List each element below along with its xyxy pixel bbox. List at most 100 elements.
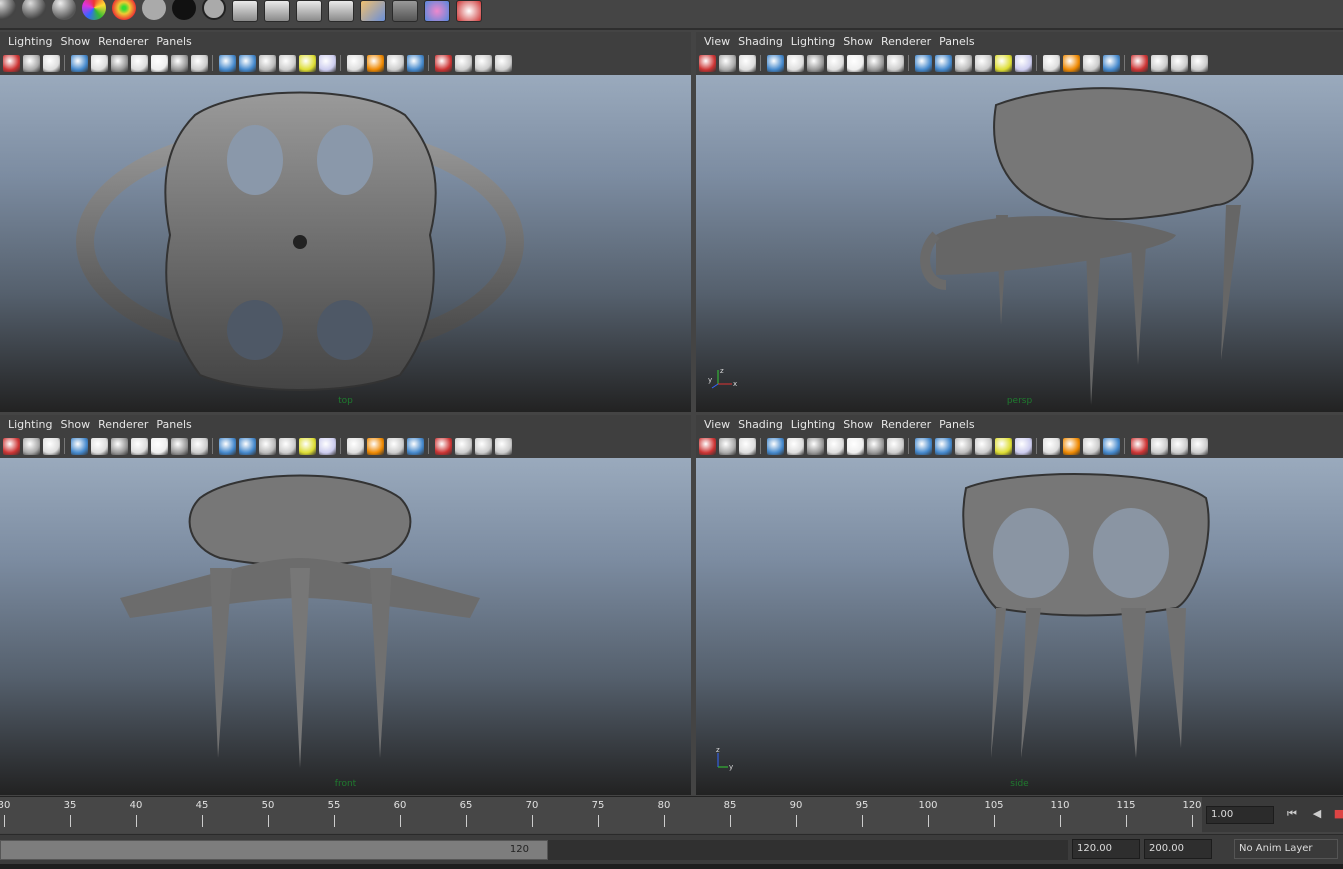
toolbar-icon[interactable] xyxy=(887,437,904,455)
toolbar-icon[interactable] xyxy=(955,437,972,455)
toolbar-icon[interactable] xyxy=(299,54,316,72)
toolbar-icon[interactable] xyxy=(219,54,236,72)
toolbar-icon[interactable] xyxy=(367,437,384,455)
toolbar-icon[interactable] xyxy=(111,437,128,455)
clapper-icon[interactable] xyxy=(296,0,322,22)
play-button[interactable]: ■ xyxy=(1330,807,1343,823)
toolbar-icon[interactable] xyxy=(1151,437,1168,455)
toolbar-icon[interactable] xyxy=(975,54,992,72)
toolbar-icon[interactable] xyxy=(495,54,512,72)
toolbar-icon[interactable] xyxy=(475,437,492,455)
toolbar-icon[interactable] xyxy=(191,437,208,455)
toolbar-icon[interactable] xyxy=(767,437,784,455)
toolbar-icon[interactable] xyxy=(1103,54,1120,72)
sphere-icon[interactable] xyxy=(52,0,76,20)
palette-icon[interactable] xyxy=(424,0,450,22)
viewport-side[interactable]: z y side xyxy=(696,458,1343,795)
toolbar-icon[interactable] xyxy=(1083,54,1100,72)
current-frame-field[interactable]: 1.00 xyxy=(1206,806,1274,824)
toolbar-icon[interactable] xyxy=(807,437,824,455)
toolbar-icon[interactable] xyxy=(1171,54,1188,72)
toolbar-icon[interactable] xyxy=(739,437,756,455)
toolbar-icon[interactable] xyxy=(1043,54,1060,72)
grey-sphere-icon[interactable] xyxy=(142,0,166,20)
toolbar-icon[interactable] xyxy=(867,437,884,455)
step-back-button[interactable]: ◀ xyxy=(1308,807,1326,823)
toolbar-icon[interactable] xyxy=(867,54,884,72)
toolbar-icon[interactable] xyxy=(219,437,236,455)
toolbar-icon[interactable] xyxy=(955,54,972,72)
toolbar-icon[interactable] xyxy=(407,54,424,72)
magnet-icon[interactable] xyxy=(456,0,482,22)
render-icon[interactable] xyxy=(360,0,386,22)
toolbar-icon[interactable] xyxy=(191,54,208,72)
toolbar-icon[interactable] xyxy=(455,54,472,72)
toolbar-icon[interactable] xyxy=(1191,437,1208,455)
toolbar-icon[interactable] xyxy=(475,54,492,72)
toolbar-icon[interactable] xyxy=(23,437,40,455)
toolbar-icon[interactable] xyxy=(259,54,276,72)
toolbar-icon[interactable] xyxy=(1131,437,1148,455)
menu-renderer[interactable]: Renderer xyxy=(877,415,935,434)
toolbar-icon[interactable] xyxy=(367,54,384,72)
menu-panels[interactable]: Panels xyxy=(152,32,195,51)
toolbar-icon[interactable] xyxy=(151,437,168,455)
toolbar-icon[interactable] xyxy=(1151,54,1168,72)
range-track[interactable]: 120 xyxy=(0,840,1068,860)
sphere-icon[interactable] xyxy=(0,0,16,20)
toolbar-icon[interactable] xyxy=(279,437,296,455)
toolbar-icon[interactable] xyxy=(1083,437,1100,455)
clapper-icon[interactable] xyxy=(264,0,290,22)
toolbar-icon[interactable] xyxy=(787,437,804,455)
range-start-field[interactable]: 120.00 xyxy=(1072,839,1140,859)
toolbar-icon[interactable] xyxy=(719,437,736,455)
toolbar-icon[interactable] xyxy=(259,437,276,455)
menu-lighting[interactable]: Lighting xyxy=(787,32,839,51)
menu-view[interactable]: View xyxy=(700,32,734,51)
toolbar-icon[interactable] xyxy=(91,54,108,72)
menu-panels[interactable]: Panels xyxy=(152,415,195,434)
menu-lighting[interactable]: Lighting xyxy=(4,32,56,51)
toolbar-icon[interactable] xyxy=(1103,437,1120,455)
range-handle[interactable]: 120 xyxy=(0,840,548,860)
toolbar-icon[interactable] xyxy=(847,437,864,455)
toolbar-icon[interactable] xyxy=(71,437,88,455)
toolbar-icon[interactable] xyxy=(699,437,716,455)
toolbar-icon[interactable] xyxy=(43,437,60,455)
toolbar-icon[interactable] xyxy=(299,437,316,455)
menu-renderer[interactable]: Renderer xyxy=(94,415,152,434)
toolbar-icon[interactable] xyxy=(407,437,424,455)
toolbar-icon[interactable] xyxy=(995,54,1012,72)
toolbar-icon[interactable] xyxy=(935,54,952,72)
black-sphere-icon[interactable] xyxy=(172,0,196,20)
go-to-start-button[interactable]: ⏮ xyxy=(1283,807,1301,823)
timeline-ruler[interactable]: 30 35 40 45 50 55 60 65 70 75 80 85 90 95 100 105 110 115… xyxy=(0,797,1202,833)
clapper-icon[interactable] xyxy=(232,0,258,22)
toolbar-icon[interactable] xyxy=(71,54,88,72)
toolbar-icon[interactable] xyxy=(23,54,40,72)
toolbar-icon[interactable] xyxy=(455,437,472,455)
toolbar-icon[interactable] xyxy=(1171,437,1188,455)
toolbar-icon[interactable] xyxy=(319,437,336,455)
toolbar-icon[interactable] xyxy=(435,437,452,455)
toolbar-icon[interactable] xyxy=(847,54,864,72)
menu-lighting[interactable]: Lighting xyxy=(787,415,839,434)
toolbar-icon[interactable] xyxy=(1191,54,1208,72)
toolbar-icon[interactable] xyxy=(1131,54,1148,72)
toolbar-icon[interactable] xyxy=(131,437,148,455)
menu-show[interactable]: Show xyxy=(56,415,94,434)
menu-shading[interactable]: Shading xyxy=(734,32,787,51)
toolbar-icon[interactable] xyxy=(1015,437,1032,455)
viewport-persp[interactable]: y z x persp xyxy=(696,75,1343,412)
toolbar-icon[interactable] xyxy=(915,54,932,72)
toolbar-icon[interactable] xyxy=(995,437,1012,455)
menu-show[interactable]: Show xyxy=(839,415,877,434)
toolbar-icon[interactable] xyxy=(827,54,844,72)
toolbar-icon[interactable] xyxy=(151,54,168,72)
toolbar-icon[interactable] xyxy=(239,54,256,72)
toolbar-icon[interactable] xyxy=(1063,54,1080,72)
checklist-icon[interactable] xyxy=(328,0,354,22)
toolbar-icon[interactable] xyxy=(767,54,784,72)
toolbar-icon[interactable] xyxy=(3,437,20,455)
viewport-top[interactable]: top xyxy=(0,75,691,412)
